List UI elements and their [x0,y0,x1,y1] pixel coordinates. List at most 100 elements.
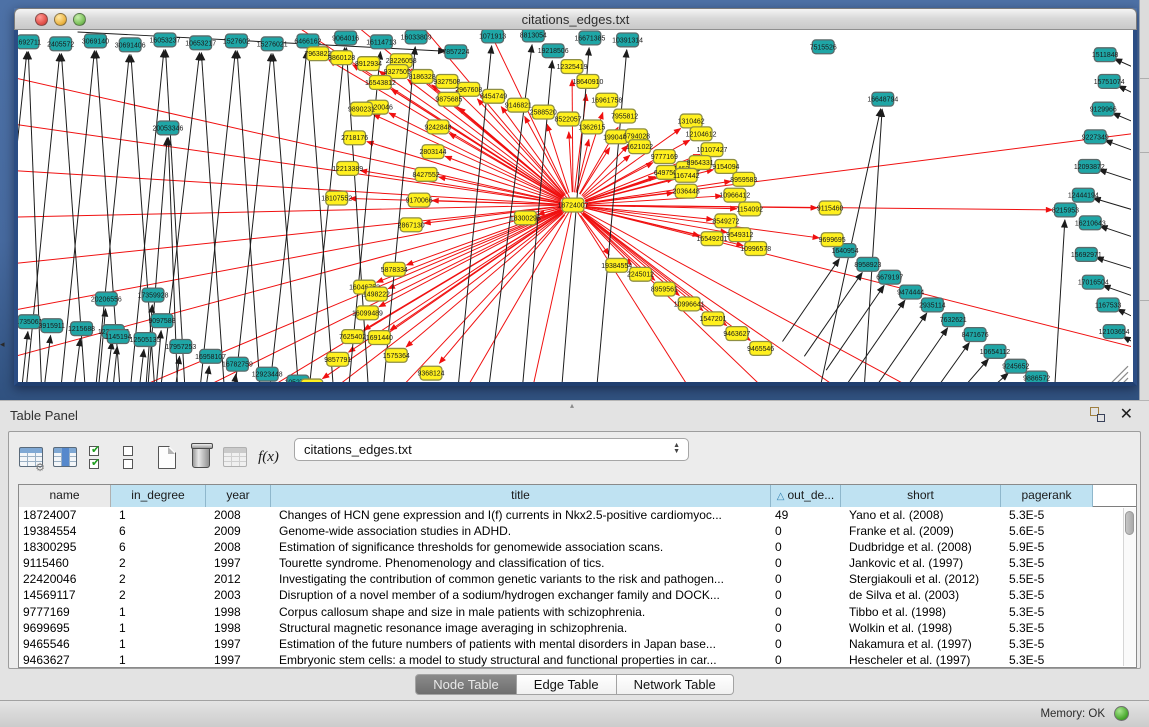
network-node[interactable]: 12923448 [252,367,283,381]
network-node[interactable]: 16099489 [352,306,383,320]
network-node[interactable]: 10107427 [697,143,728,157]
network-node[interactable]: 12213389 [332,162,363,176]
network-node[interactable]: 2935114 [919,298,946,312]
network-node[interactable]: 9129966 [1090,102,1117,116]
network-node[interactable]: 12104612 [686,127,717,141]
network-node[interactable]: 9474444 [897,285,924,299]
network-node[interactable]: 2718176 [341,131,368,145]
column-header-year[interactable]: year [206,485,271,507]
network-node[interactable]: 8215953 [1052,203,1079,217]
network-node[interactable]: 8267130 [298,379,325,386]
network-node[interactable]: 1621022 [626,140,653,154]
table-row[interactable]: 2242004622012Investigating the contribut… [19,571,1136,587]
network-node[interactable]: 17957253 [165,340,196,354]
network-node[interactable]: 20053346 [152,121,183,135]
network-node[interactable]: 16782759 [222,357,253,371]
network-node[interactable]: 8454749 [480,89,507,103]
close-panel-icon[interactable]: ✕ [1120,404,1133,424]
select-all-rows-icon[interactable]: ✔✔ [85,444,112,471]
network-node[interactable]: 12444194 [1068,188,1099,202]
network-node[interactable]: 2036448 [673,184,700,198]
network-node[interactable]: 1154092 [736,202,763,216]
network-node[interactable]: 30691406 [115,38,146,52]
scrollbar-thumb[interactable] [1125,511,1134,535]
new-table-icon[interactable] [153,444,180,471]
network-node[interactable]: 8549272 [712,214,739,228]
network-node[interactable]: 20206556 [91,292,122,306]
network-node[interactable]: 1691440 [366,331,393,345]
network-node[interactable]: 6466162 [294,34,321,48]
table-row[interactable]: 1830029562008Estimation of significance … [19,539,1136,555]
network-node[interactable]: 15276021 [257,37,288,51]
network-node[interactable]: 9777169 [651,150,678,164]
network-node[interactable]: 10996641 [674,297,705,311]
network-node[interactable]: 3069140 [82,34,109,48]
column-header-short[interactable]: short [841,485,1001,507]
network-node[interactable]: 9875685 [435,92,462,106]
delete-table-icon[interactable] [187,444,214,471]
network-node[interactable]: 9064016 [332,31,359,45]
network-node[interactable]: 1071913 [479,30,506,43]
column-header-title[interactable]: title [271,485,771,507]
network-node[interactable]: 1215688 [68,322,95,336]
network-node[interactable]: 18300295 [510,211,541,225]
table-row[interactable]: 946362711997Embryonic stem cells: a mode… [19,652,1136,668]
table-row[interactable]: 911546021997Tourette syndrome. Phenomeno… [19,555,1136,571]
network-node[interactable]: 9890231 [348,102,375,116]
network-node[interactable]: 3915911 [39,319,66,333]
network-node[interactable]: 17016504 [1078,275,1109,289]
network-node[interactable]: 8959561 [651,282,678,296]
network-node[interactable]: 16114713 [366,35,396,49]
network-node[interactable]: 9465546 [747,342,774,356]
network-node[interactable]: 8186328 [409,70,436,84]
window-resize-grip[interactable] [1110,366,1128,384]
table-selector-dropdown[interactable]: citations_edges.txt ▲▼ [294,438,689,461]
network-node[interactable]: 8959583 [730,172,757,186]
network-node[interactable]: 2803144 [420,145,447,159]
memory-status-indicator[interactable] [1114,706,1129,721]
network-node[interactable]: 10966412 [719,188,750,202]
network-node[interactable]: 9463627 [723,327,750,341]
network-node[interactable]: 1167442 [673,168,700,182]
show-columns-icon[interactable] [51,444,78,471]
network-node[interactable]: 1527602 [223,34,250,48]
column-header-name[interactable]: name [19,485,111,507]
network-node[interactable]: 17359928 [138,288,169,302]
float-panel-icon[interactable] [1090,407,1105,422]
network-node[interactable]: 7515526 [810,40,837,54]
clear-selection-icon[interactable] [119,444,146,471]
network-node[interactable]: 9170066 [406,193,433,207]
network-node[interactable]: 8471676 [962,328,989,342]
table-row[interactable]: 1938455462009Genome-wide association stu… [19,523,1136,539]
network-node[interactable]: 10391314 [612,33,643,47]
network-node[interactable]: 9227349 [1082,130,1109,144]
table-row[interactable]: 946554611997Estimation of the future num… [19,636,1136,652]
network-node[interactable]: 12505135 [130,333,161,347]
network-node[interactable]: 19384554 [601,258,632,272]
network-node[interactable]: 16210643 [1075,216,1106,230]
network-node[interactable]: 9857791 [324,352,351,366]
network-node[interactable]: 7955812 [611,109,638,123]
network-node[interactable]: 7632621 [940,313,967,327]
panel-splitter-handle[interactable]: ▴ [570,401,574,410]
network-node[interactable]: 7625402 [339,330,366,344]
network-node[interactable]: 8813054 [520,30,547,42]
network-node[interactable]: 2588520 [530,105,557,119]
network-node[interactable]: 15751074 [1094,75,1125,89]
network-node[interactable]: 8964331 [687,156,714,170]
table-row[interactable]: 969969511998Structural magnetic resonanc… [19,620,1136,636]
network-node[interactable]: 2405572 [47,37,74,51]
network-view-window[interactable]: citations_edges.txt 16927112405572306914… [14,8,1137,386]
network-node[interactable]: 18640910 [572,75,603,89]
network-node[interactable]: 1547201 [700,312,727,326]
table-settings-icon[interactable]: ⚙ [17,444,44,471]
network-node[interactable]: 9549312 [726,228,753,242]
network-node[interactable]: 12093872 [1074,160,1105,174]
network-node[interactable]: 18107552 [321,191,352,205]
left-scroll-arrow-icon[interactable]: ◂ [0,340,5,349]
network-node[interactable]: 10654112 [980,344,1010,358]
network-node[interactable]: 6679197 [876,270,903,284]
network-node[interactable]: 9368124 [418,366,445,380]
tab-network-table[interactable]: Network Table [617,674,734,695]
network-node[interactable]: 16033809 [401,30,432,44]
